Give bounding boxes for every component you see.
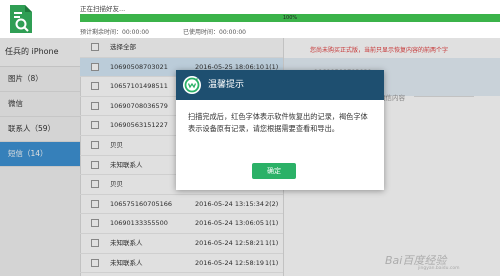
app-badge-icon xyxy=(183,76,201,94)
used-time: 已使用时间：00:00:00 xyxy=(183,29,246,36)
dialog-title: 温馨提示 xyxy=(208,80,245,90)
progress-percent: 100% xyxy=(282,15,298,21)
dialog-header: 温馨提示 xyxy=(176,70,384,100)
watermark-url: jingyan.baidu.com xyxy=(418,266,460,271)
notice-dialog: 温馨提示 扫描完成后，红色字体表示软件恢复出的记录，褐色字体表示设备原有记录，请… xyxy=(176,70,384,190)
dialog-message: 扫描完成后，红色字体表示软件恢复出的记录，褐色字体表示设备原有记录，请您根据需要… xyxy=(188,112,368,133)
top-bar: 正在扫描好友... 100% 预计剩余时间：00:00:00 已使用时间：00:… xyxy=(0,0,500,39)
progress-bar: 100% xyxy=(80,14,500,22)
progress-label: 正在扫描好友... xyxy=(80,5,126,13)
confirm-button[interactable]: 确定 xyxy=(252,163,296,179)
estimated-time: 预计剩余时间：00:00:00 xyxy=(80,29,149,36)
app-logo-icon xyxy=(10,5,32,33)
